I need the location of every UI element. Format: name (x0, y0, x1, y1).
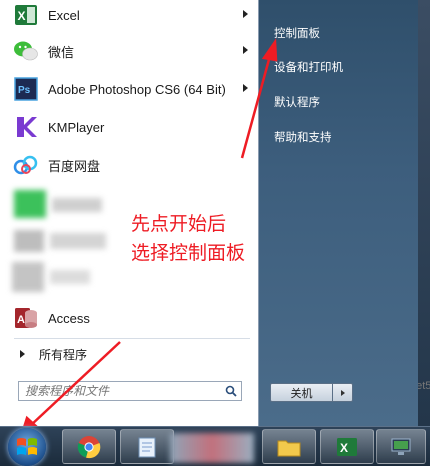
start-button[interactable] (8, 428, 46, 466)
network-icon (391, 438, 411, 455)
chrome-icon (77, 435, 101, 458)
annotation-text: 先点开始后 选择控制面板 (131, 210, 245, 268)
arrow-to-start-button (29, 341, 121, 427)
excel-icon: X (337, 437, 357, 456)
annotation-line-1: 先点开始后 (131, 213, 227, 235)
annotation-line-2: 选择控制面板 (131, 242, 246, 264)
arrow-to-control-panel (240, 51, 273, 159)
taskbar: X (0, 426, 430, 466)
taskbar-chrome[interactable] (62, 429, 116, 464)
taskbar-excel[interactable]: X (320, 429, 374, 464)
svg-text:X: X (340, 441, 348, 455)
file-explorer-icon (277, 440, 301, 456)
notepad-icon (138, 437, 156, 457)
arrow-head-icon (261, 38, 278, 62)
taskbar-notepad[interactable] (120, 429, 174, 464)
blurred-taskbar-item (170, 433, 254, 463)
taskbar-network[interactable] (376, 429, 426, 464)
windows-logo-icon (17, 438, 37, 455)
taskbar-file-explorer[interactable] (262, 429, 316, 464)
